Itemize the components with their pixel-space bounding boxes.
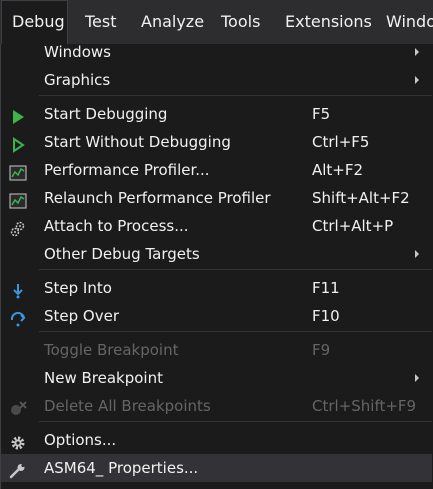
menu-item-shortcut: Ctrl+Shift+F9: [312, 397, 417, 415]
menu-item-shortcut: F9: [312, 341, 331, 359]
menu-item-shortcut: F10: [312, 307, 340, 325]
menu-item-project-properties[interactable]: ASM64_ Properties...: [1, 454, 432, 482]
submenu-arrow-icon: [415, 250, 419, 258]
menu-item-shortcut: Shift+Alt+F2: [312, 189, 410, 207]
submenu-arrow-icon: [415, 374, 419, 382]
menu-item-label: Step Into: [44, 279, 112, 297]
menu-item-label: Windows: [44, 43, 111, 61]
step-over-icon: [9, 308, 27, 327]
menu-item-label: Graphics: [44, 71, 111, 89]
menu-item-start-debugging[interactable]: Start Debugging F5: [1, 100, 432, 128]
gear-icon: [9, 432, 27, 450]
submenu-arrow-icon: [415, 76, 419, 84]
attach-gears-icon: [9, 218, 27, 237]
menu-item-label: Relaunch Performance Profiler: [44, 189, 271, 207]
menu-item-performance-profiler[interactable]: Performance Profiler... Alt+F2: [1, 156, 432, 184]
menu-item-shortcut: Alt+F2: [312, 161, 364, 179]
menu-item-other-debug-targets[interactable]: Other Debug Targets: [1, 240, 432, 268]
step-into-icon: [9, 280, 27, 299]
menu-item-options[interactable]: Options...: [1, 426, 432, 454]
performance-chart-icon: [9, 162, 27, 181]
menu-item-label: Delete All Breakpoints: [44, 397, 211, 415]
menu-separator: [39, 421, 432, 422]
menu-item-graphics[interactable]: Graphics: [1, 66, 432, 94]
menu-item-label: Other Debug Targets: [44, 245, 200, 263]
menu-item-step-over[interactable]: Step Over F10: [1, 302, 432, 330]
play-outline-icon: [9, 134, 27, 153]
menu-item-step-into[interactable]: Step Into F11: [1, 274, 432, 302]
debug-menu: Windows Graphics Start Debugging F5 Star…: [0, 43, 433, 489]
play-icon: [9, 106, 27, 124]
menu-item-shortcut: F5: [312, 105, 331, 123]
menu-item-relaunch-performance-profiler[interactable]: Relaunch Performance Profiler Shift+Alt+…: [1, 184, 432, 212]
submenu-arrow-icon: [415, 48, 419, 56]
menu-item-label: Step Over: [44, 307, 119, 325]
delete-breakpoints-icon: [9, 398, 27, 415]
menu-item-windows[interactable]: Windows: [1, 38, 432, 66]
wrench-icon: [9, 460, 27, 479]
menu-separator: [39, 95, 432, 96]
menu-item-attach-to-process[interactable]: Attach to Process... Ctrl+Alt+P: [1, 212, 432, 240]
menu-item-label: ASM64_ Properties...: [44, 459, 199, 477]
menu-item-label: New Breakpoint: [44, 369, 163, 387]
menu-item-label: Start Without Debugging: [44, 133, 231, 151]
menu-item-toggle-breakpoint: Toggle Breakpoint F9: [1, 336, 432, 364]
menu-separator: [39, 269, 432, 270]
menu-separator: [39, 331, 432, 332]
menu-item-delete-all-breakpoints: Delete All Breakpoints Ctrl+Shift+F9: [1, 392, 432, 420]
performance-chart-icon: [9, 190, 27, 209]
menu-item-new-breakpoint[interactable]: New Breakpoint: [1, 364, 432, 392]
menu-item-label: Attach to Process...: [44, 217, 189, 235]
menu-item-label: Options...: [44, 431, 117, 449]
menu-item-label: Performance Profiler...: [44, 161, 210, 179]
menu-item-label: Toggle Breakpoint: [44, 341, 179, 359]
menu-item-shortcut: Ctrl+Alt+P: [312, 217, 394, 235]
menu-item-label: Start Debugging: [44, 105, 168, 123]
menu-item-shortcut: Ctrl+F5: [312, 133, 370, 151]
menu-item-shortcut: F11: [312, 279, 340, 297]
menu-item-start-without-debugging[interactable]: Start Without Debugging Ctrl+F5: [1, 128, 432, 156]
